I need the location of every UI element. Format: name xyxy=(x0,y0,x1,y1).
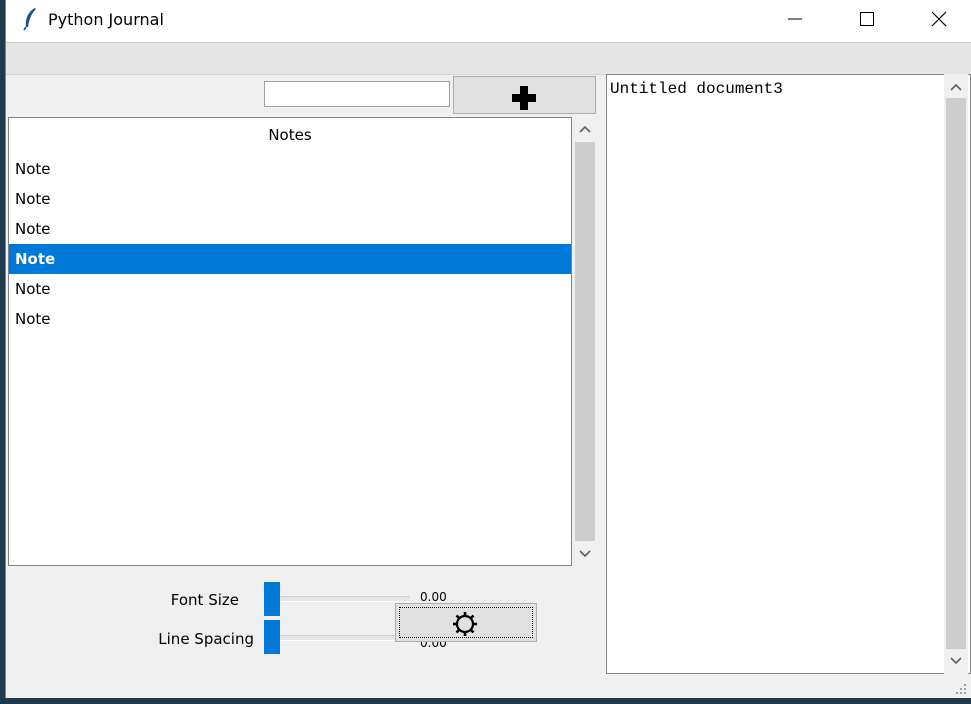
notes-list[interactable]: Notes Note Note Note Note Note Note xyxy=(8,117,572,566)
scrollbar-thumb[interactable] xyxy=(575,142,595,541)
gear-icon xyxy=(453,612,477,636)
chevron-down-icon xyxy=(579,550,591,558)
window-title: Python Journal xyxy=(48,10,164,29)
close-button[interactable] xyxy=(916,0,962,38)
line-spacing-label: Line Spacing xyxy=(158,630,254,648)
editor-scrollbar-thumb[interactable] xyxy=(946,98,966,649)
settings-button[interactable] xyxy=(395,603,537,642)
font-size-slider-track[interactable] xyxy=(264,596,410,602)
chevron-up-icon xyxy=(950,83,962,91)
editor-scrollbar[interactable] xyxy=(944,74,968,674)
close-icon xyxy=(931,11,947,27)
minimize-icon xyxy=(788,18,802,20)
editor-content[interactable]: Untitled document3 xyxy=(610,80,783,98)
list-item[interactable]: Note xyxy=(9,244,571,274)
plus-icon xyxy=(512,86,536,110)
notes-scrollbar[interactable] xyxy=(574,117,596,566)
notes-list-items: Note Note Note Note Note Note xyxy=(9,154,571,334)
font-size-slider-handle[interactable] xyxy=(264,582,280,616)
list-item[interactable]: Note xyxy=(9,214,571,244)
line-spacing-slider-track[interactable] xyxy=(264,635,410,641)
app-window: Python Journal Notes Note Note Note Note… xyxy=(5,0,971,698)
font-size-label: Font Size xyxy=(170,591,239,609)
list-item[interactable]: Note xyxy=(9,154,571,184)
list-item[interactable]: Note xyxy=(9,274,571,304)
notes-pane: Notes Note Note Note Note Note Note Font Size… xyxy=(6,74,602,698)
feather-icon xyxy=(21,7,39,31)
note-editor[interactable]: Untitled document3 xyxy=(606,74,971,674)
resize-grip-icon[interactable] xyxy=(953,681,967,695)
scroll-up-arrow[interactable] xyxy=(574,119,596,139)
list-item[interactable]: Note xyxy=(9,304,571,334)
menu-bar xyxy=(6,42,971,75)
editor-scroll-down-arrow[interactable] xyxy=(944,651,968,671)
editor-scroll-up-arrow[interactable] xyxy=(944,77,968,97)
add-note-button[interactable] xyxy=(453,76,596,114)
note-name-input[interactable] xyxy=(264,81,450,107)
chevron-up-icon xyxy=(579,125,591,133)
maximize-button[interactable] xyxy=(844,0,890,38)
chevron-down-icon xyxy=(950,657,962,665)
list-item[interactable]: Note xyxy=(9,184,571,214)
minimize-button[interactable] xyxy=(772,0,818,38)
notes-list-header: Notes xyxy=(268,126,312,144)
title-bar[interactable]: Python Journal xyxy=(6,0,971,42)
line-spacing-slider-handle[interactable] xyxy=(264,620,280,654)
maximize-icon xyxy=(860,12,874,26)
scroll-down-arrow[interactable] xyxy=(574,544,596,564)
font-size-value: 0.00 xyxy=(420,590,447,604)
